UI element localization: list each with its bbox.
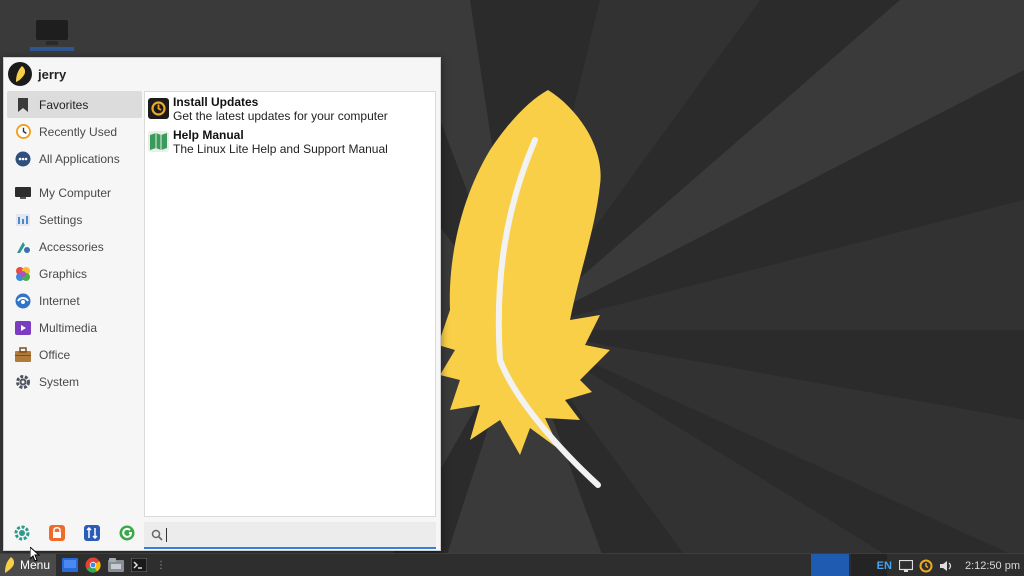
menu-header: jerry xyxy=(4,58,440,90)
log-out-icon[interactable] xyxy=(119,524,135,542)
bookmark-icon xyxy=(15,97,31,113)
menu-button[interactable]: Menu xyxy=(0,553,57,576)
panel-separator: ⋮ xyxy=(156,559,167,571)
category-label: Internet xyxy=(39,293,80,308)
category-list: Favorites Recently Used All Applications… xyxy=(7,91,142,395)
clock[interactable]: 2:12:50 pm xyxy=(965,560,1020,572)
app-help-manual[interactable]: Help Manual The Linux Lite Help and Supp… xyxy=(145,125,435,158)
help-manual-icon xyxy=(148,131,169,152)
updates-icon xyxy=(148,98,169,119)
separator xyxy=(7,172,142,179)
gear-icon xyxy=(15,374,31,390)
session-actions xyxy=(10,524,140,546)
category-label: Recently Used xyxy=(39,124,118,139)
accessories-icon xyxy=(15,239,31,255)
volume-icon[interactable] xyxy=(939,559,953,573)
switch-user-icon[interactable] xyxy=(84,524,100,542)
category-multimedia[interactable]: Multimedia xyxy=(7,314,142,341)
category-settings[interactable]: Settings xyxy=(7,206,142,233)
internet-icon xyxy=(15,293,31,309)
category-accessories[interactable]: Accessories xyxy=(7,233,142,260)
clock-icon xyxy=(15,124,31,140)
briefcase-icon xyxy=(15,347,31,363)
display-icon[interactable] xyxy=(898,559,913,573)
category-label: My Computer xyxy=(39,185,112,200)
category-office[interactable]: Office xyxy=(7,341,142,368)
text-caret xyxy=(166,527,167,542)
file-manager-icon[interactable] xyxy=(107,556,125,574)
category-label: Accessories xyxy=(39,239,104,254)
favorites-panel: Install Updates Get the latest updates f… xyxy=(144,91,436,517)
app-description: The Linux Lite Help and Support Manual xyxy=(173,142,388,156)
app-description: Get the latest updates for your computer xyxy=(173,109,388,123)
search-box[interactable] xyxy=(144,522,436,549)
category-graphics[interactable]: Graphics xyxy=(7,260,142,287)
settings-icon xyxy=(15,212,31,228)
search-input[interactable] xyxy=(173,527,423,542)
app-name: Help Manual xyxy=(173,128,244,142)
search-icon xyxy=(151,529,163,541)
app-name: Install Updates xyxy=(173,95,259,109)
category-all-applications[interactable]: All Applications xyxy=(7,145,142,172)
avatar[interactable] xyxy=(8,62,32,86)
app-install-updates[interactable]: Install Updates Get the latest updates f… xyxy=(145,92,435,125)
workspace-1[interactable] xyxy=(811,554,849,576)
lock-screen-icon[interactable] xyxy=(49,524,65,542)
category-favorites[interactable]: Favorites xyxy=(7,91,142,118)
graphics-icon xyxy=(15,266,31,282)
show-desktop-icon[interactable] xyxy=(61,556,79,574)
multimedia-icon xyxy=(15,320,31,336)
system-tray: EN 2:12:50 pm xyxy=(877,554,1020,576)
terminal-icon[interactable] xyxy=(130,556,148,574)
username: jerry xyxy=(38,66,67,82)
category-label: Favorites xyxy=(39,97,89,112)
feather-icon xyxy=(5,557,15,573)
monitor-icon xyxy=(15,185,31,201)
taskbar: Menu ⋮ EN 2:12:50 pm xyxy=(0,553,1024,576)
keyboard-layout-indicator[interactable]: EN xyxy=(877,560,892,572)
chrome-icon[interactable] xyxy=(84,556,102,574)
category-label: All Applications xyxy=(39,151,120,166)
category-label: Graphics xyxy=(39,266,88,281)
desktop-computer-icon[interactable] xyxy=(30,16,74,52)
category-my-computer[interactable]: My Computer xyxy=(7,179,142,206)
update-notifier-icon[interactable] xyxy=(919,559,933,573)
category-label: Multimedia xyxy=(39,320,98,335)
mouse-cursor-icon xyxy=(30,547,40,562)
category-system[interactable]: System xyxy=(7,368,142,395)
category-label: Office xyxy=(39,347,71,362)
category-internet[interactable]: Internet xyxy=(7,287,142,314)
application-menu: jerry Favorites Recently Used All Applic… xyxy=(3,57,441,551)
category-label: Settings xyxy=(39,212,83,227)
applications-icon xyxy=(15,151,31,167)
settings-manager-icon[interactable] xyxy=(14,524,30,542)
category-recently-used[interactable]: Recently Used xyxy=(7,118,142,145)
category-label: System xyxy=(39,374,80,389)
